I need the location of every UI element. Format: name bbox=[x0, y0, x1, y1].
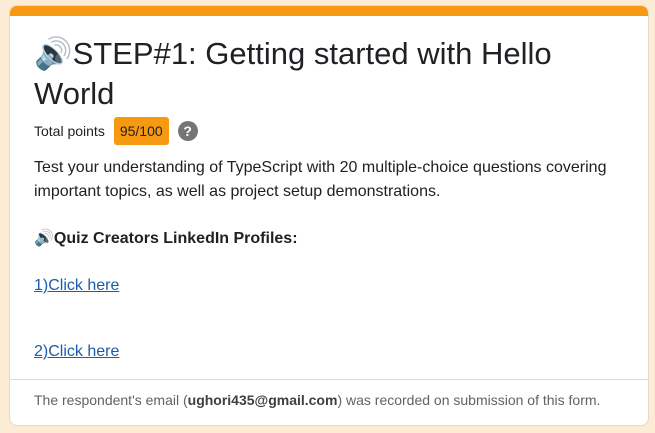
accent-bar bbox=[10, 6, 648, 16]
linkedin-link-1[interactable]: 1)Click here bbox=[34, 277, 119, 295]
form-card: 🔊STEP#1: Getting started with Hello Worl… bbox=[9, 5, 649, 426]
creators-heading-text: Quiz Creators LinkedIn Profiles: bbox=[53, 230, 298, 247]
help-icon[interactable]: ? bbox=[177, 121, 198, 141]
page-title: 🔊STEP#1: Getting started with Hello Worl… bbox=[34, 34, 624, 113]
creators-heading: 🔊Quiz Creators LinkedIn Profiles: bbox=[34, 228, 624, 248]
respondent-email: ughori435@gmail.com bbox=[187, 392, 338, 408]
email-notice-prefix: The respondent's email ( bbox=[34, 392, 188, 408]
linkedin-link-2[interactable]: 2)Click here bbox=[34, 343, 119, 361]
email-notice: The respondent's email (ughori435@gmail.… bbox=[10, 379, 648, 408]
title-text: STEP#1: Getting started with Hello World bbox=[34, 36, 552, 111]
speaker-icon-small: 🔊 bbox=[34, 228, 54, 247]
form-description: Test your understanding of TypeScript wi… bbox=[34, 159, 607, 200]
speaker-icon: 🔊 bbox=[34, 36, 73, 72]
points-row: Total points 95/100 ? bbox=[34, 116, 624, 146]
points-label: Total points bbox=[34, 123, 105, 139]
points-badge: 95/100 bbox=[113, 117, 169, 145]
email-notice-suffix: ) was recorded on submission of this for… bbox=[337, 392, 601, 408]
form-header: 🔊STEP#1: Getting started with Hello Worl… bbox=[10, 16, 648, 361]
